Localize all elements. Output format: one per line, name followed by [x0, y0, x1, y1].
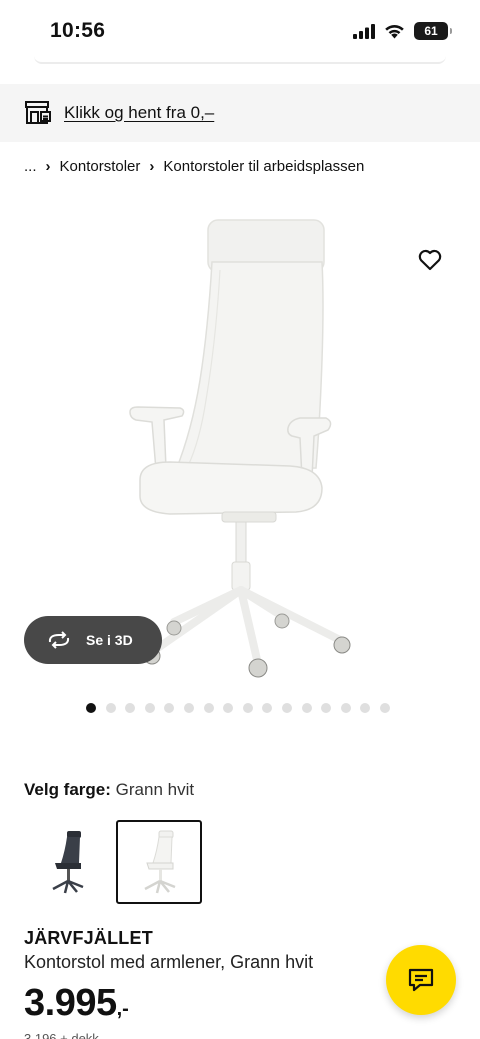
- product-description: Kontorstol med armlener, Grann hvit: [24, 952, 314, 972]
- carousel-dot[interactable]: [379, 703, 390, 713]
- product-price: 3.995 ,-: [24, 982, 129, 1025]
- battery-icon: 61: [414, 22, 452, 40]
- carousel-dot[interactable]: [301, 703, 312, 713]
- product-name: JÄRVFJÄLLET: [24, 928, 153, 948]
- previous-price: 3.196 + dekk: [24, 1031, 99, 1039]
- view-3d-label: Se i 3D: [86, 632, 133, 648]
- carousel-dot[interactable]: [340, 703, 351, 713]
- carousel-dot[interactable]: [242, 703, 253, 713]
- price-amount: 3.995: [24, 982, 117, 1024]
- white-chair-thumbnail: [144, 830, 176, 894]
- carousel-dot[interactable]: [144, 703, 155, 713]
- carousel-dot[interactable]: [125, 703, 136, 713]
- color-swatch-black[interactable]: [24, 820, 110, 904]
- carousel-dot[interactable]: [183, 703, 194, 713]
- heart-icon: [418, 249, 442, 271]
- breadcrumb-item-office-chairs[interactable]: Kontorstoler: [60, 158, 141, 175]
- chevron-right-icon: ›: [45, 158, 51, 175]
- carousel-dot[interactable]: [360, 703, 371, 713]
- store-icon: [25, 101, 51, 124]
- pickup-link[interactable]: Klikk og hent fra 0,–: [64, 103, 214, 123]
- price-suffix: ,-: [116, 998, 129, 1020]
- search-bar-edge: [34, 56, 446, 64]
- battery-level: 61: [424, 24, 438, 38]
- pickup-banner[interactable]: Klikk og hent fra 0,–: [0, 84, 480, 142]
- black-chair-thumbnail: [52, 831, 84, 894]
- wifi-icon: [385, 25, 404, 39]
- carousel-dot[interactable]: [203, 703, 214, 713]
- favorite-button[interactable]: [410, 240, 450, 280]
- color-selector-label: Velg farge: Grann hvit: [24, 780, 194, 800]
- carousel-dot[interactable]: [223, 703, 234, 713]
- cellular-signal-icon: [353, 23, 375, 39]
- carousel-dot[interactable]: [262, 703, 273, 713]
- breadcrumb: ... › Kontorstoler › Kontorstoler til ar…: [24, 158, 364, 175]
- carousel-dot[interactable]: [86, 703, 96, 713]
- chat-icon: [408, 968, 434, 992]
- chat-button[interactable]: [386, 945, 456, 1015]
- chevron-right-icon: ›: [149, 158, 155, 175]
- selected-color: Grann hvit: [115, 780, 195, 799]
- view-3d-button[interactable]: Se i 3D: [24, 616, 162, 664]
- color-swatch-white[interactable]: [116, 820, 202, 904]
- carousel-dot[interactable]: [105, 703, 116, 713]
- breadcrumb-ellipsis[interactable]: ...: [24, 158, 37, 175]
- carousel-dot[interactable]: [321, 703, 332, 713]
- color-label-title: Velg farge:: [24, 780, 111, 799]
- status-bar: 10:56 61: [0, 0, 480, 60]
- breadcrumb-item-workplace-chairs[interactable]: Kontorstoler til arbeidsplassen: [163, 158, 364, 175]
- status-time: 10:56: [50, 19, 106, 42]
- status-icons: 61: [353, 22, 452, 40]
- carousel-dots: [86, 703, 390, 713]
- carousel-dot[interactable]: [281, 703, 292, 713]
- rotate-3d-icon: [48, 631, 70, 649]
- carousel-dot[interactable]: [164, 703, 175, 713]
